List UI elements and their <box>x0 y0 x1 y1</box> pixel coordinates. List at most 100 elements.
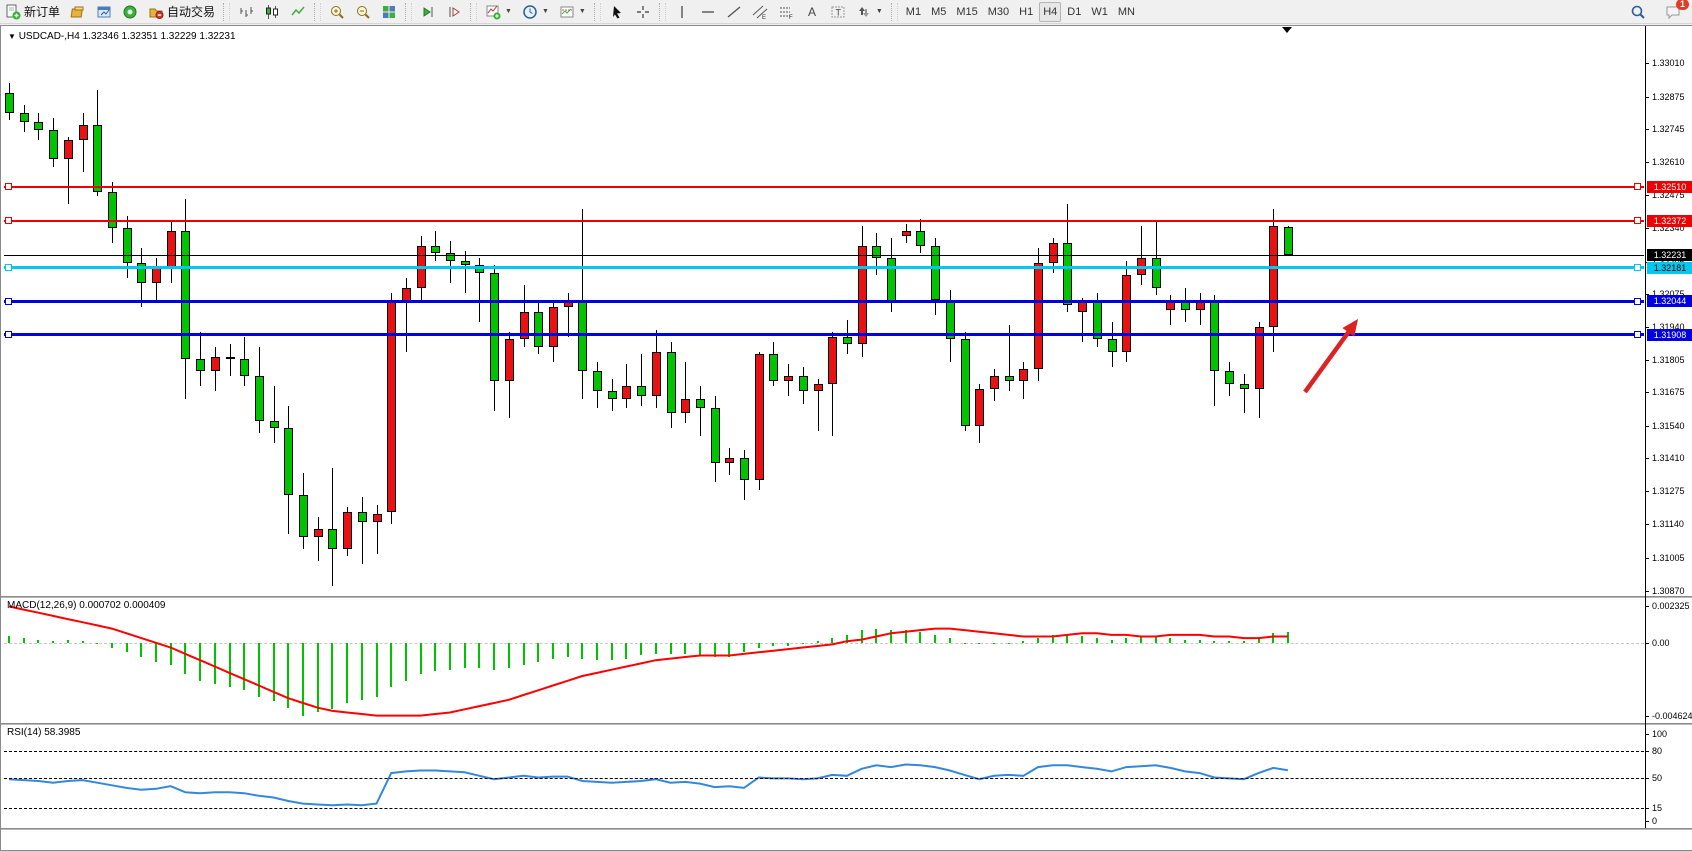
macd-histogram-bar <box>140 643 142 657</box>
candle <box>564 302 573 307</box>
line-handle[interactable] <box>5 264 12 271</box>
hline-icon <box>700 4 716 20</box>
price-axis-label: 1.31140 <box>1652 519 1684 529</box>
arrows-button[interactable]: ▼ <box>852 2 887 22</box>
chart-collapse-icon[interactable]: ▼ <box>8 32 16 41</box>
chart-title: ▼ USDCAD-,H4 1.32346 1.32351 1.32229 1.3… <box>8 31 236 42</box>
bar-chart-button[interactable] <box>234 2 258 22</box>
macd-histogram-bar <box>287 643 289 708</box>
timeframe-button-d1[interactable]: D1 <box>1063 2 1085 22</box>
horizontal-line-object[interactable] <box>4 266 1644 269</box>
timeframe-button-m15[interactable]: M15 <box>952 2 981 22</box>
timeframe-button-w1[interactable]: W1 <box>1087 2 1112 22</box>
text-button[interactable]: A <box>800 2 824 22</box>
candle <box>240 359 249 376</box>
macd-axis-tick <box>1645 606 1649 607</box>
candle <box>872 246 881 258</box>
macd-histogram-bar <box>1169 638 1171 643</box>
candle <box>1034 263 1043 369</box>
horizontal-line-object[interactable] <box>4 220 1644 222</box>
chart-shift-button[interactable] <box>442 2 466 22</box>
horizontal-line-object[interactable] <box>4 255 1644 256</box>
vertical-line-button[interactable] <box>670 2 694 22</box>
macd-histogram-bar <box>978 643 980 645</box>
equidistant-channel-button[interactable]: E <box>748 2 772 22</box>
trendline-button[interactable] <box>722 2 746 22</box>
timeframe-button-m1[interactable]: M1 <box>902 2 925 22</box>
notifications-button[interactable]: 1 <box>1661 2 1685 22</box>
timeframe-button-m30[interactable]: M30 <box>984 2 1013 22</box>
macd-histogram-bar <box>493 643 495 670</box>
navigator-button[interactable] <box>118 2 142 22</box>
line-handle[interactable] <box>1634 298 1641 305</box>
candle <box>343 512 352 549</box>
candlestick-chart-button[interactable] <box>260 2 284 22</box>
price-axis-tick <box>1645 524 1649 525</box>
indicators-button[interactable]: ▼ <box>481 2 516 22</box>
line-handle[interactable] <box>5 183 12 190</box>
timeframe-button-h4[interactable]: H4 <box>1039 2 1061 22</box>
periods-button[interactable]: ▼ <box>518 2 553 22</box>
auto-scroll-button[interactable] <box>416 2 440 22</box>
candle <box>1210 302 1219 371</box>
candle <box>152 268 161 283</box>
candle <box>505 339 514 381</box>
trendline-icon <box>726 4 742 20</box>
line-handle[interactable] <box>1634 183 1641 190</box>
horizontal-line-object[interactable] <box>4 186 1644 188</box>
macd-histogram-bar <box>861 630 863 643</box>
macd-histogram-bar <box>478 643 480 668</box>
vline-icon <box>674 4 690 20</box>
macd-histogram-bar <box>390 643 392 687</box>
timeframe-button-h1[interactable]: H1 <box>1015 2 1037 22</box>
clock-icon <box>522 4 538 20</box>
zoom-out-button[interactable] <box>351 2 375 22</box>
crosshair-button[interactable] <box>631 2 655 22</box>
candle <box>887 258 896 302</box>
line-handle[interactable] <box>5 298 12 305</box>
tile-windows-button[interactable] <box>377 2 401 22</box>
line-chart-button[interactable] <box>286 2 310 22</box>
macd-histogram-bar <box>184 643 186 675</box>
gold-cube-icon <box>70 4 86 20</box>
price-label: 1.31908 <box>1647 329 1692 341</box>
macd-histogram-bar <box>434 643 436 671</box>
horizontal-line-object[interactable] <box>4 300 1644 303</box>
horizontal-line-object[interactable] <box>4 333 1644 336</box>
line-handle[interactable] <box>1634 217 1641 224</box>
candle <box>784 376 793 381</box>
search-button[interactable] <box>1626 2 1650 22</box>
macd-histogram-bar <box>699 643 701 656</box>
chartshift-icon <box>446 4 462 20</box>
chevron-down-icon: ▼ <box>542 8 549 15</box>
autotrading-button[interactable]: 自动交易 <box>144 2 219 22</box>
price-axis-tick <box>1645 195 1649 196</box>
text-label-button[interactable]: T <box>826 2 850 22</box>
candle <box>1284 227 1293 255</box>
line-handle[interactable] <box>1634 331 1641 338</box>
macd-histogram-bar <box>1111 640 1113 643</box>
price-label: 1.32231 <box>1647 249 1692 261</box>
horizontal-line-button[interactable] <box>696 2 720 22</box>
line-handle[interactable] <box>5 331 12 338</box>
timeframe-button-mn[interactable]: MN <box>1114 2 1139 22</box>
candle <box>373 514 382 521</box>
zoomin-icon <box>329 4 345 20</box>
line-handle[interactable] <box>5 217 12 224</box>
market-watch-button[interactable] <box>66 2 90 22</box>
search-icon <box>1630 4 1646 20</box>
templates-button[interactable]: ▼ <box>555 2 590 22</box>
macd-histogram-bar <box>655 643 657 654</box>
channel-icon: E <box>752 4 768 20</box>
fibonacci-button[interactable]: F <box>774 2 798 22</box>
line-handle[interactable] <box>1634 264 1641 271</box>
macd-histogram-bar <box>1184 640 1186 643</box>
chart-window-button[interactable] <box>92 2 116 22</box>
zoom-in-button[interactable] <box>325 2 349 22</box>
macd-histogram-bar <box>1155 636 1157 642</box>
macd-histogram-bar <box>346 643 348 703</box>
timeframe-button-m5[interactable]: M5 <box>927 2 950 22</box>
new-order-button[interactable]: 新订单 <box>1 2 64 22</box>
candle <box>799 376 808 391</box>
cursor-button[interactable] <box>605 2 629 22</box>
